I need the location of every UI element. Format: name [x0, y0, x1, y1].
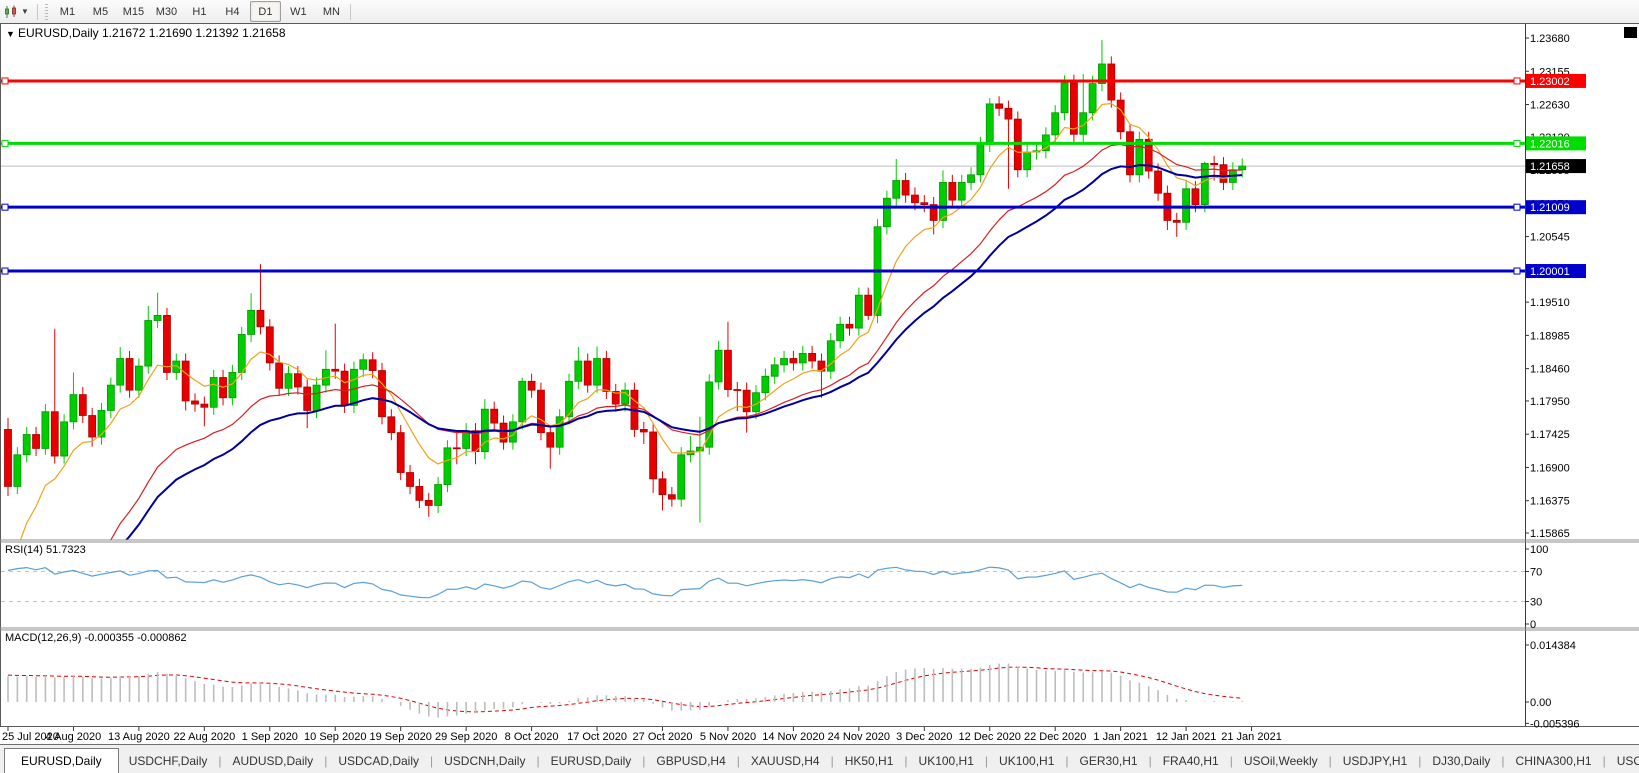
chart-tab-usdcad-daily[interactable]: USDCAD,Daily	[328, 749, 429, 773]
axis-grip	[1624, 27, 1637, 38]
svg-text:1.22630: 1.22630	[1530, 100, 1570, 112]
date-tick-label: 8 Oct 2020	[505, 731, 559, 743]
line-handle[interactable]	[2, 204, 8, 210]
svg-text:1.17425: 1.17425	[1530, 429, 1570, 441]
svg-text:1.22016: 1.22016	[1530, 138, 1570, 150]
chart-tab-ger30-h1[interactable]: GER30,H1	[1070, 749, 1148, 773]
price-label: 1.22016	[1526, 136, 1586, 150]
date-tick-label: 1 Sep 2020	[242, 731, 298, 743]
chart-tab-uk100-h1[interactable]: UK100,H1	[989, 749, 1064, 773]
macd-label: MACD(12,26,9) -0.000355 -0.000862	[5, 632, 187, 644]
line-handle[interactable]	[2, 78, 8, 84]
chart-tab-usoil-[interactable]: USOil,	[1607, 749, 1639, 773]
date-tick-label: 13 Aug 2020	[108, 731, 170, 743]
chart-tab-eurusd-daily[interactable]: EURUSD,Daily	[4, 748, 119, 773]
rsi-label: RSI(14) 51.7323	[5, 544, 86, 556]
date-tick-label: 17 Oct 2020	[567, 731, 627, 743]
chart-tab-eurusd-daily[interactable]: EURUSD,Daily	[541, 749, 642, 773]
chart-tab-fra40-h1[interactable]: FRA40,H1	[1153, 749, 1229, 773]
chart-tab-usoil-weekly[interactable]: USOil,Weekly	[1234, 749, 1328, 773]
chart-tabs-bar: EURUSD,DailyUSDCHF,Daily|AUDUSD,Daily|US…	[0, 744, 1639, 773]
line-handle[interactable]	[2, 268, 8, 274]
date-tick-label: 5 Nov 2020	[700, 731, 756, 743]
date-tick-label: 21 Jan 2021	[1221, 731, 1282, 743]
date-tick-label: 29 Sep 2020	[435, 731, 497, 743]
chart-tab-xauusd-h4[interactable]: XAUUSD,H4	[741, 749, 830, 773]
svg-text:0.014384: 0.014384	[1530, 640, 1576, 652]
chart-title: ▼EURUSD,Daily 1.21672 1.21690 1.21392 1.…	[6, 26, 286, 40]
chart-tab-dj30-daily[interactable]: DJ30,Daily	[1422, 749, 1500, 773]
line-handle[interactable]	[1514, 204, 1520, 210]
mt4-window: ▼ M1M5M15M30H1H4D1W1MN 1.236801.231551.2…	[0, 0, 1639, 773]
svg-text:▼: ▼	[6, 29, 15, 39]
svg-text:1.21009: 1.21009	[1530, 202, 1570, 214]
svg-text:70: 70	[1530, 567, 1542, 579]
svg-text:1.18460: 1.18460	[1530, 364, 1570, 376]
svg-text:1.19510: 1.19510	[1530, 297, 1570, 309]
date-tick-label: 3 Dec 2020	[896, 731, 952, 743]
chart-tab-audusd-daily[interactable]: AUDUSD,Daily	[223, 749, 324, 773]
svg-text:1.23002: 1.23002	[1530, 76, 1570, 88]
svg-text:1.15865: 1.15865	[1530, 528, 1570, 540]
svg-text:1.21658: 1.21658	[1530, 161, 1570, 173]
line-handle[interactable]	[2, 140, 8, 146]
chart-tab-usdcnh-daily[interactable]: USDCNH,Daily	[434, 749, 535, 773]
svg-text:1.18985: 1.18985	[1530, 330, 1570, 342]
price-label: 1.21658	[1526, 159, 1586, 173]
line-handle[interactable]	[1514, 268, 1520, 274]
svg-text:100: 100	[1530, 544, 1548, 556]
svg-text:-0.005396: -0.005396	[1530, 718, 1580, 730]
chart-tab-gbpusd-h4[interactable]: GBPUSD,H4	[646, 749, 735, 773]
date-tick-label: 19 Sep 2020	[370, 731, 432, 743]
chart-tab-china300-h1[interactable]: CHINA300,H1	[1506, 749, 1602, 773]
date-tick-label: 22 Aug 2020	[173, 731, 235, 743]
svg-text:0: 0	[1530, 619, 1536, 631]
date-tick-label: 22 Dec 2020	[1024, 731, 1086, 743]
date-tick-label: 1 Jan 2021	[1093, 731, 1147, 743]
chart-tab-uk100-h1[interactable]: UK100,H1	[909, 749, 984, 773]
date-tick-label: 27 Oct 2020	[633, 731, 693, 743]
svg-text:1.16375: 1.16375	[1530, 496, 1570, 508]
date-tick-label: 12 Dec 2020	[959, 731, 1021, 743]
price-label: 1.23002	[1526, 74, 1586, 88]
date-tick-label: 14 Nov 2020	[762, 731, 824, 743]
price-label: 1.20001	[1526, 264, 1586, 278]
date-tick-label: 24 Nov 2020	[828, 731, 890, 743]
date-tick-label: 10 Sep 2020	[304, 731, 366, 743]
svg-text:1.20001: 1.20001	[1530, 266, 1570, 278]
chart-tab-usdchf-daily[interactable]: USDCHF,Daily	[119, 749, 218, 773]
chart-tab-usdjpy-h1[interactable]: USDJPY,H1	[1333, 749, 1417, 773]
line-handle[interactable]	[1514, 140, 1520, 146]
svg-text:30: 30	[1530, 597, 1542, 609]
chart-canvas[interactable]: 1.236801.231551.226301.221201.215951.210…	[0, 0, 1639, 773]
date-tick-label: 4 Aug 2020	[46, 731, 102, 743]
svg-text:1.20545: 1.20545	[1530, 232, 1570, 244]
svg-text:1.17950: 1.17950	[1530, 396, 1570, 408]
svg-text:0.00: 0.00	[1530, 697, 1551, 709]
date-tick-label: 12 Jan 2021	[1156, 731, 1217, 743]
chart-title-text: EURUSD,Daily 1.21672 1.21690 1.21392 1.2…	[18, 26, 286, 40]
svg-text:1.16900: 1.16900	[1530, 462, 1570, 474]
price-label: 1.21009	[1526, 200, 1586, 214]
svg-text:1.23680: 1.23680	[1530, 33, 1570, 45]
line-handle[interactable]	[1514, 78, 1520, 84]
chart-tab-hk50-h1[interactable]: HK50,H1	[835, 749, 904, 773]
